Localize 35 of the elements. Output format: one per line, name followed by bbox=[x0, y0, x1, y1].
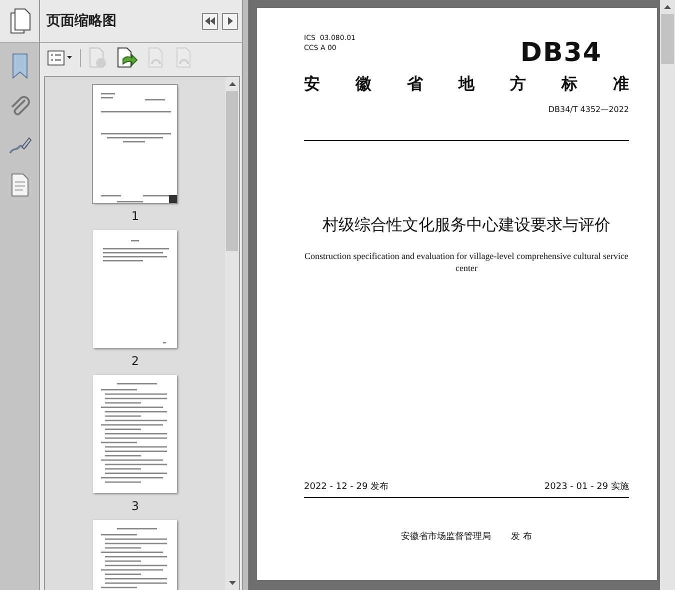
page-number: 3 bbox=[131, 499, 140, 513]
insert-page-icon bbox=[116, 47, 138, 69]
page-number: 2 bbox=[131, 354, 140, 368]
scrollbar[interactable] bbox=[660, 0, 675, 590]
page-number: 1 bbox=[131, 209, 140, 223]
scroll-down-icon[interactable] bbox=[228, 581, 236, 585]
page-thumbnail[interactable] bbox=[93, 375, 178, 493]
publish-label: 发 布 bbox=[511, 530, 532, 543]
pages-icon[interactable] bbox=[8, 7, 32, 35]
list-options-icon bbox=[47, 50, 74, 66]
scroll-thumb[interactable] bbox=[226, 91, 238, 251]
scroll-thumb[interactable] bbox=[661, 14, 674, 64]
right-icon bbox=[228, 17, 233, 25]
double-left-icon bbox=[205, 17, 216, 25]
document-title: 村级综合性文化服务中心建设要求与评价 bbox=[322, 215, 612, 236]
standard-logo: DB34 bbox=[520, 38, 602, 68]
release-date: 2022 - 12 - 29 发布 bbox=[304, 480, 389, 493]
effective-date: 2023 - 01 - 29 实施 bbox=[544, 480, 629, 493]
scroll-up-icon[interactable] bbox=[664, 5, 671, 9]
document-icon[interactable] bbox=[10, 173, 30, 197]
collapse-button[interactable] bbox=[202, 12, 218, 30]
toolbar-button[interactable] bbox=[46, 49, 74, 67]
authority-title: 安徽省地方标准 bbox=[304, 74, 629, 95]
standard-number: DB34/T 4352—2022 bbox=[548, 105, 629, 114]
toolbar-button[interactable] bbox=[115, 46, 140, 70]
scrollbar[interactable] bbox=[225, 77, 240, 590]
scroll-up-icon[interactable] bbox=[228, 82, 236, 86]
page-thumbnail[interactable] bbox=[93, 85, 178, 203]
english-title: Construction specification and evaluation for village-level comprehensive cultural service center bbox=[304, 250, 629, 274]
publisher: 安徽省市场监督管理局 bbox=[401, 530, 492, 543]
panel-title: 页面缩略图 bbox=[46, 12, 118, 30]
page-thumbnail[interactable] bbox=[93, 230, 178, 348]
delete-page-icon bbox=[88, 47, 108, 69]
bookmark-icon[interactable] bbox=[10, 53, 29, 79]
expand-button[interactable] bbox=[222, 12, 238, 30]
